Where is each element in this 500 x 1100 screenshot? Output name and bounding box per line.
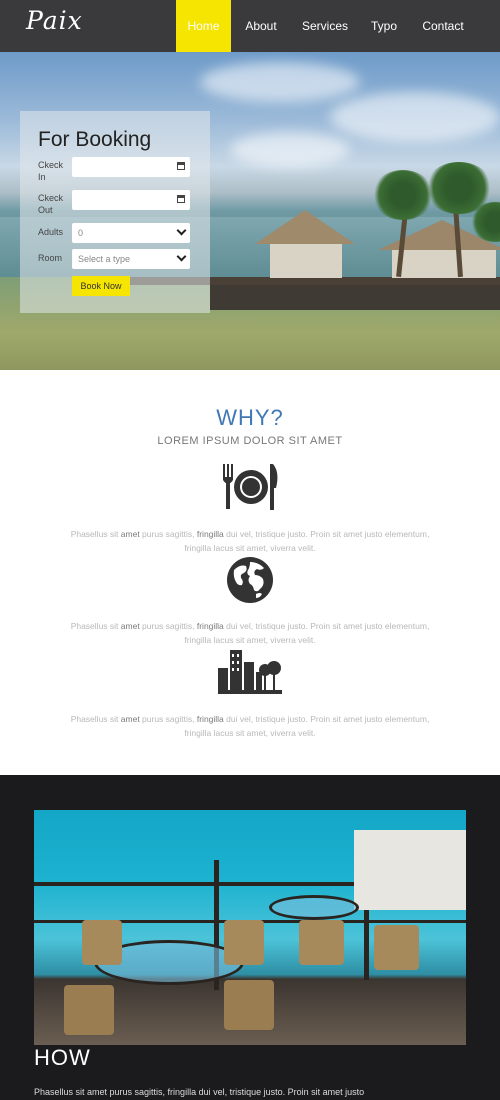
feature-text: Phasellus sit amet purus sagittis, fring… bbox=[40, 712, 460, 740]
book-now-button[interactable]: Book Now bbox=[72, 276, 130, 296]
chevron-down-icon bbox=[176, 225, 187, 236]
calendar-icon[interactable] bbox=[177, 195, 185, 203]
feature-text-emphasis: fringilla bbox=[196, 621, 224, 631]
chevron-down-icon bbox=[176, 251, 187, 262]
nav-services[interactable]: Services bbox=[296, 0, 354, 52]
how-heading: HOW bbox=[34, 1045, 91, 1070]
wicker-chair bbox=[374, 925, 419, 970]
globe-icon bbox=[227, 557, 273, 603]
building-wall bbox=[354, 830, 466, 910]
room-type-value: Select a type bbox=[78, 254, 131, 264]
adults-select[interactable]: 0 bbox=[72, 223, 190, 243]
checkin-label: Ckeck In bbox=[38, 160, 64, 182]
cloud bbox=[230, 132, 350, 167]
why-subheading: LOREM IPSUM DOLOR SIT AMET bbox=[157, 435, 343, 447]
hut-roof bbox=[255, 210, 355, 244]
feature-text-part: fringilla lacus sit amet, viverra velit. bbox=[184, 543, 316, 553]
nav-about[interactable]: About bbox=[238, 0, 284, 52]
how-text: Phasellus sit amet purus sagittis, fring… bbox=[34, 1087, 365, 1097]
room-label: Room bbox=[38, 253, 63, 263]
feature-text-part: dui vel, tristique justo. Proin sit amet… bbox=[223, 714, 430, 724]
site-logo[interactable]: Paix bbox=[26, 6, 83, 35]
feature-text-emphasis: amet bbox=[120, 529, 140, 539]
adults-label: Adults bbox=[38, 227, 64, 237]
checkin-date-input[interactable] bbox=[72, 157, 190, 177]
palm-tree bbox=[372, 170, 434, 220]
cloud bbox=[200, 62, 360, 102]
cloud bbox=[330, 92, 500, 142]
how-section: HOW Phasellus sit amet purus sagittis, f… bbox=[0, 775, 500, 1100]
feature-text-part: fringilla lacus sit amet, viverra velit. bbox=[184, 635, 316, 645]
feature-text-emphasis: amet bbox=[120, 621, 140, 631]
calendar-icon[interactable] bbox=[177, 162, 185, 170]
city-icon bbox=[218, 650, 282, 694]
top-navbar: Paix Home About Services Typo Contact bbox=[0, 0, 500, 52]
nav-contact[interactable]: Contact bbox=[416, 0, 470, 52]
why-heading: WHY? bbox=[216, 405, 284, 430]
feature-text-emphasis: fringilla bbox=[196, 529, 224, 539]
wicker-chair bbox=[299, 920, 344, 965]
feature-text-part: Phasellus sit bbox=[70, 621, 121, 631]
glass-table bbox=[269, 895, 359, 920]
feature-text: Phasellus sit amet purus sagittis, fring… bbox=[40, 619, 460, 647]
dining-icon bbox=[223, 464, 278, 510]
terrace-photo bbox=[34, 810, 466, 1045]
adults-value: 0 bbox=[78, 228, 84, 238]
wicker-chair bbox=[224, 980, 274, 1030]
hut-building bbox=[392, 250, 496, 278]
checkout-label: Ckeck Out bbox=[38, 193, 64, 215]
checkout-date-input[interactable] bbox=[72, 190, 190, 210]
feature-text-emphasis: fringilla bbox=[196, 714, 224, 724]
nav-home[interactable]: Home bbox=[176, 0, 231, 52]
wicker-chair bbox=[82, 920, 122, 965]
room-type-select[interactable]: Select a type bbox=[72, 249, 190, 269]
booking-title: For Booking bbox=[38, 128, 152, 151]
wicker-chair bbox=[224, 920, 264, 965]
feature-text-part: purus sagittis, bbox=[139, 621, 197, 631]
feature-text-part: fringilla lacus sit amet, viverra velit. bbox=[184, 728, 316, 738]
feature-text-part: purus sagittis, bbox=[139, 714, 197, 724]
feature-text-part: dui vel, tristique justo. Proin sit amet… bbox=[223, 621, 430, 631]
feature-text: Phasellus sit amet purus sagittis, fring… bbox=[40, 527, 460, 555]
pier-base bbox=[210, 285, 500, 310]
feature-text-part: purus sagittis, bbox=[139, 529, 197, 539]
feature-text-emphasis: amet bbox=[120, 714, 140, 724]
nav-typo[interactable]: Typo bbox=[366, 0, 402, 52]
feature-text-part: Phasellus sit bbox=[70, 529, 121, 539]
booking-form: For Booking Ckeck In Ckeck Out Adults 0 … bbox=[20, 111, 210, 313]
wicker-chair bbox=[64, 985, 114, 1035]
hut-building bbox=[270, 244, 342, 278]
feature-text-part: dui vel, tristique justo. Proin sit amet… bbox=[223, 529, 430, 539]
feature-text-part: Phasellus sit bbox=[70, 714, 121, 724]
